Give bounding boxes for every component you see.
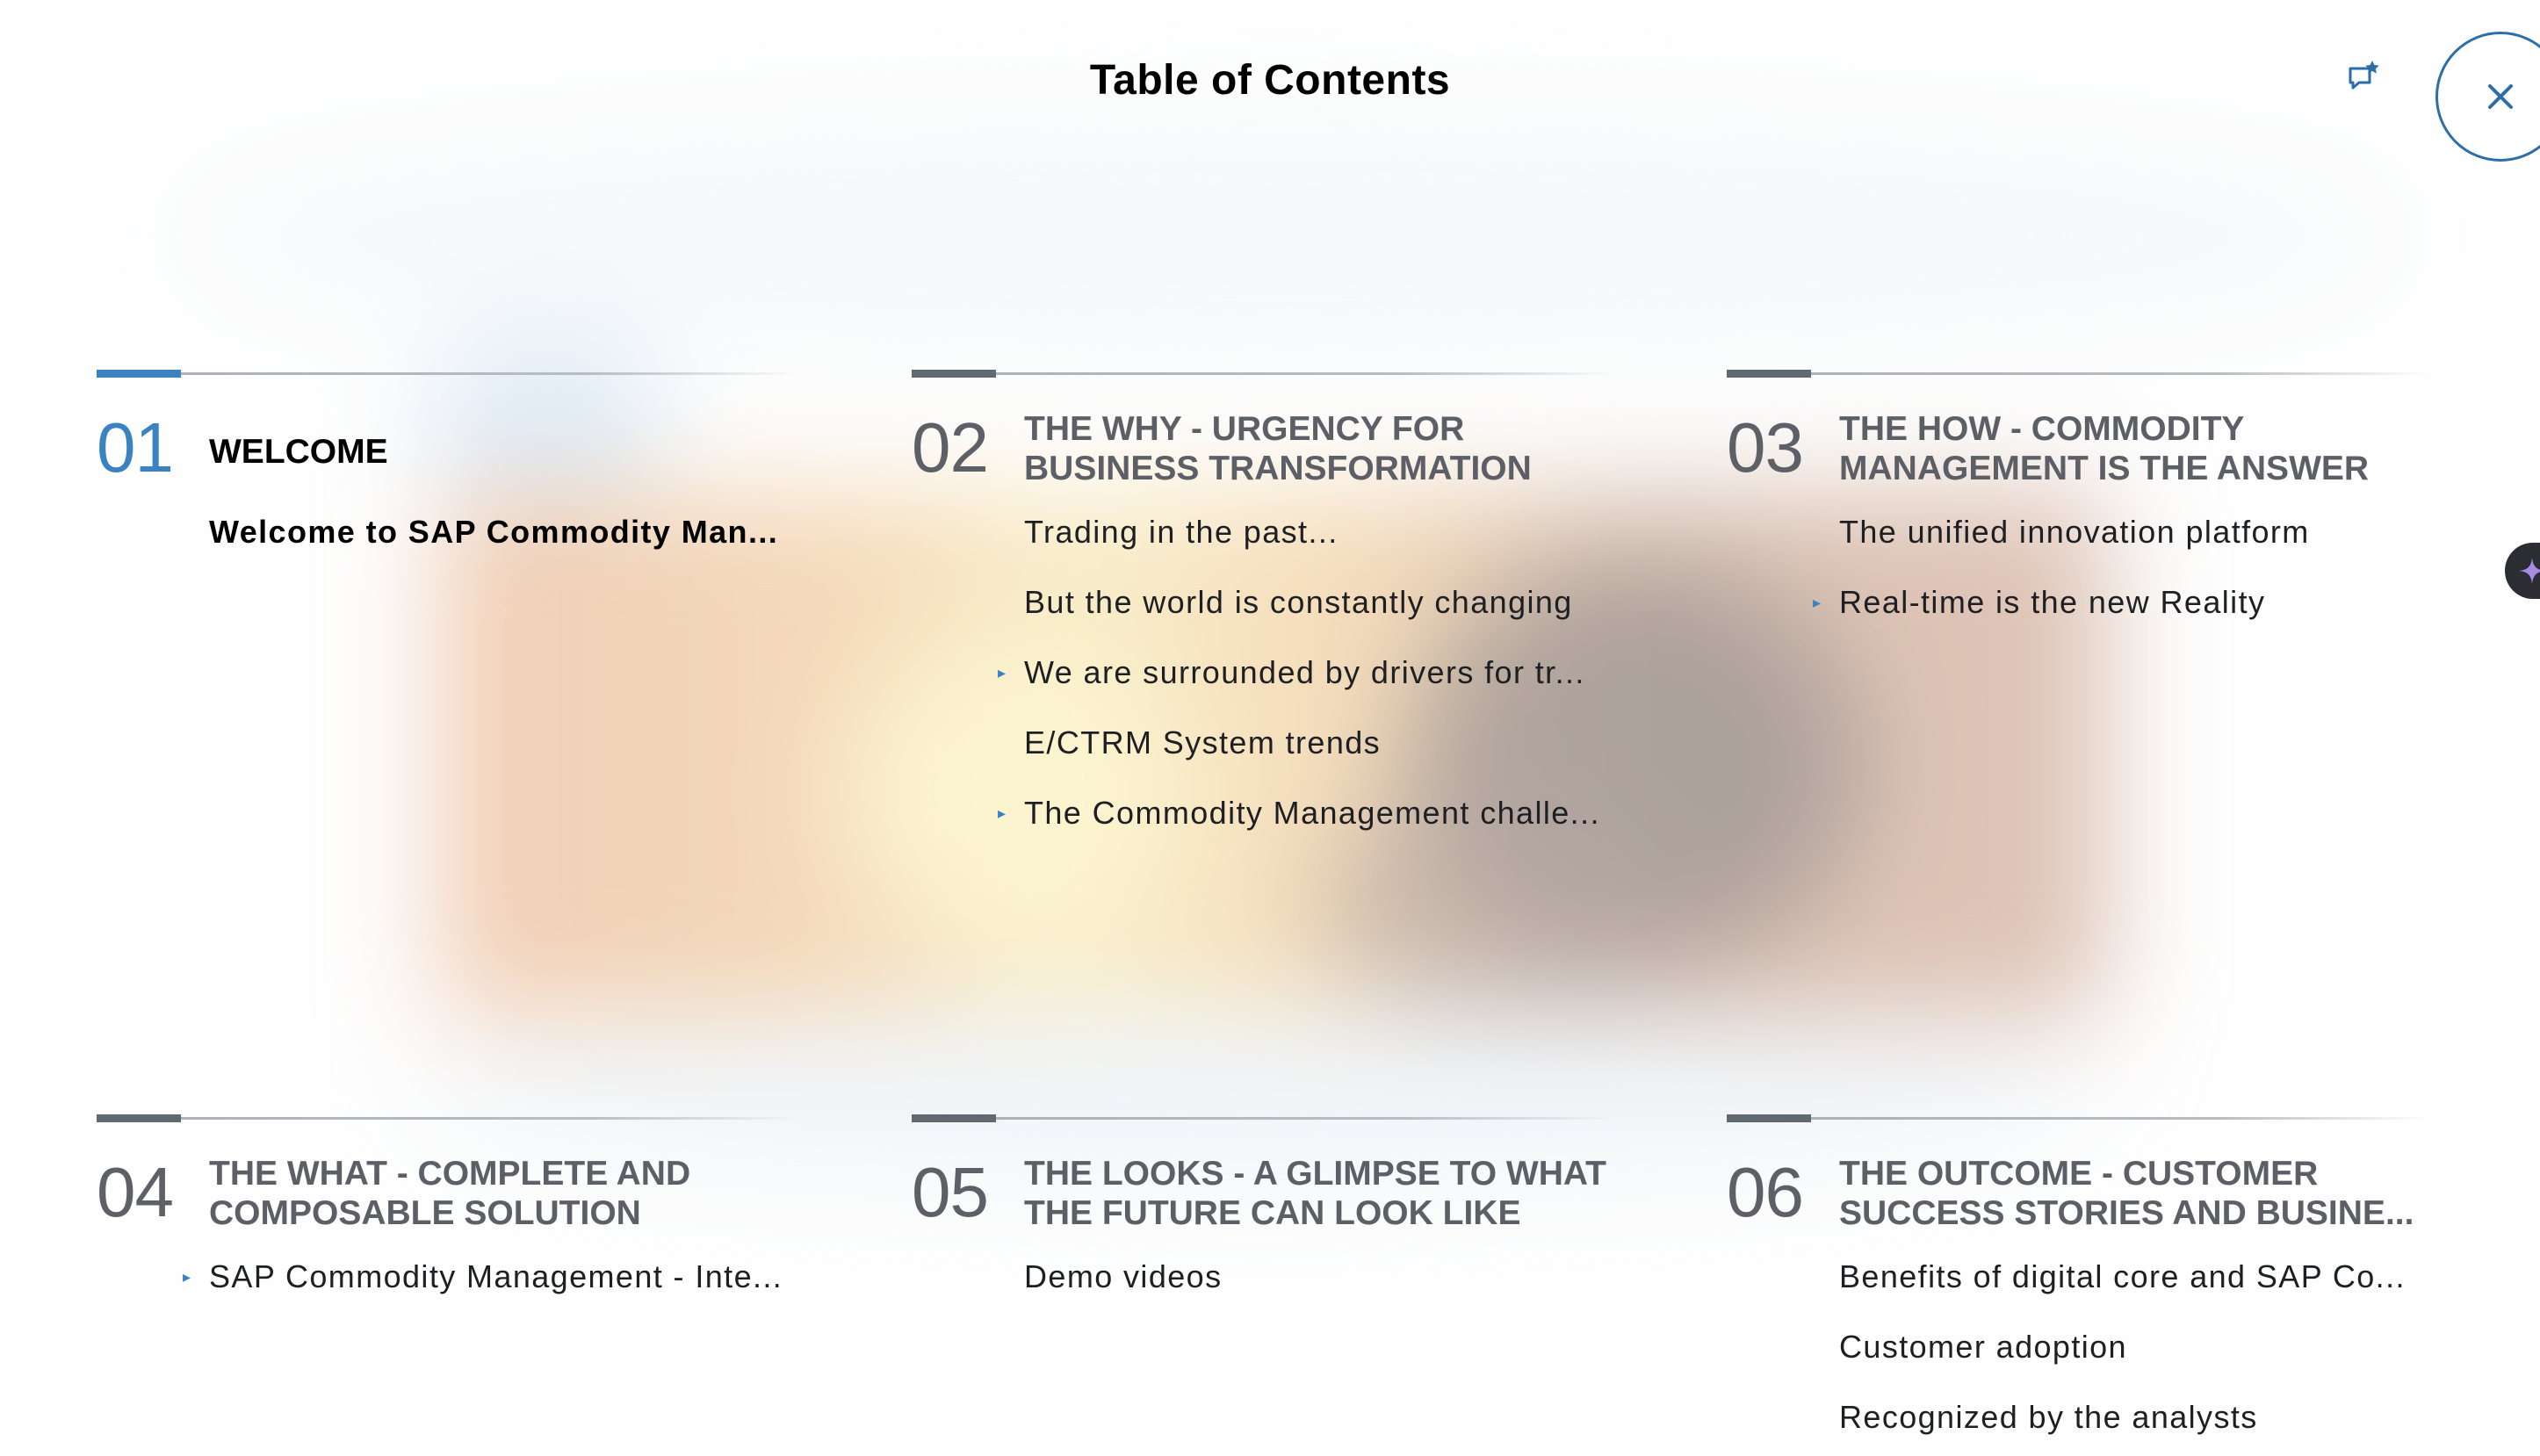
section-divider-accent [912,1114,996,1122]
section-number: 01 [97,408,174,487]
toc-item[interactable]: Benefits of digital core and SAP Co... [1839,1259,2454,1330]
section-item-list: Demo videos [1024,1259,1639,1330]
sparkle-icon [2519,558,2540,584]
toc-item-label: The unified innovation platform [1839,514,2310,550]
section-divider-accent [1727,370,1811,378]
section-item-list: Benefits of digital core and SAP Co... Cu… [1839,1259,2454,1456]
section-item-list: ▸ SAP Commodity Management - Inte... [183,1258,824,1330]
section-number: 03 [1727,408,1804,487]
toc-item-label: The Commodity Management challe... [1024,795,1600,831]
expand-arrow-icon[interactable]: ▸ [998,796,1007,831]
toc-item[interactable]: ▸ SAP Commodity Management - Inte... [183,1258,824,1330]
section-heading[interactable]: THE LOOKS - A GLIMPSE TO WHAT THE FUTURE… [1024,1154,1621,1233]
toc-item-label: E/CTRM System trends [1024,724,1382,760]
section-number: 05 [912,1153,989,1231]
toc-item-label: We are surrounded by drivers for tr... [1024,654,1585,690]
toc-item-label: Welcome to SAP Commodity Man... [209,514,779,550]
toc-item[interactable]: But the world is constantly changing [1024,585,1639,655]
section-heading[interactable]: THE WHY - URGENCY FOR BUSINESS TRANSFORM… [1024,409,1621,488]
section-item-list: Welcome to SAP Commodity Man... [209,515,824,585]
table-of-contents-dialog: Table of Contents 01 WELCOME Welcome to SA… [0,0,2540,1456]
section-item-list: The unified innovation platform ▸ Real-tim… [1813,515,2454,655]
toc-item-label: But the world is constantly changing [1024,584,1573,620]
expand-arrow-icon[interactable]: ▸ [998,655,1007,690]
section-heading[interactable]: THE OUTCOME - CUSTOMER SUCCESS STORIES A… [1839,1154,2436,1233]
toc-item[interactable]: Demo videos [1024,1259,1639,1330]
section-divider [97,370,799,378]
section-heading[interactable]: THE HOW - COMMODITY MANAGEMENT IS THE AN… [1839,409,2436,488]
toc-item-label: Recognized by the analysts [1839,1399,2258,1435]
toc-item[interactable]: ▸ The Commodity Management challe... [998,795,1639,866]
page-title: Table of Contents [1089,57,1451,104]
section-divider [1727,1114,2429,1122]
toc-item[interactable]: Welcome to SAP Commodity Man... [209,515,824,585]
toc-item-label: Benefits of digital core and SAP Co... [1839,1258,2406,1294]
toc-item[interactable]: ▸ We are surrounded by drivers for tr... [998,654,1639,725]
toc-item[interactable]: Trading in the past... [1024,515,1639,585]
toc-item-label: SAP Commodity Management - Inte... [209,1258,783,1294]
toc-item-label: Customer adoption [1839,1329,2127,1365]
section-heading[interactable]: THE WHAT - COMPLETE AND COMPOSABLE SOLUT… [209,1154,806,1233]
section-number: 04 [97,1153,174,1231]
section-number: 02 [912,408,989,487]
expand-arrow-icon[interactable]: ▸ [183,1259,191,1294]
section-heading[interactable]: WELCOME [209,432,806,472]
toc-item[interactable]: E/CTRM System trends [1024,725,1639,796]
section-divider [1727,370,2429,378]
section-divider-accent [97,1114,181,1122]
section-divider-accent [97,370,181,378]
section-divider [912,1114,1614,1122]
section-divider [97,1114,799,1122]
toc-item-label: Real-time is the new Reality [1839,584,2266,620]
section-number: 06 [1727,1153,1804,1231]
close-icon [2488,84,2513,109]
section-item-list: Trading in the past... But the world is c… [998,515,1639,866]
section-divider-accent [1727,1114,1811,1122]
section-divider-accent [912,370,996,378]
toc-item[interactable]: Customer adoption [1839,1330,2454,1400]
toc-item-label: Trading in the past... [1024,514,1339,550]
section-divider [912,370,1614,378]
expand-arrow-icon[interactable]: ▸ [1813,585,1822,620]
toc-item[interactable]: Recognized by the analysts [1839,1400,2454,1456]
toc-item[interactable]: ▸ Real-time is the new Reality [1813,584,2454,655]
toc-item[interactable]: The unified innovation platform [1839,515,2454,585]
feedback-icon[interactable] [2342,54,2387,100]
toc-item-label: Demo videos [1024,1258,1223,1294]
